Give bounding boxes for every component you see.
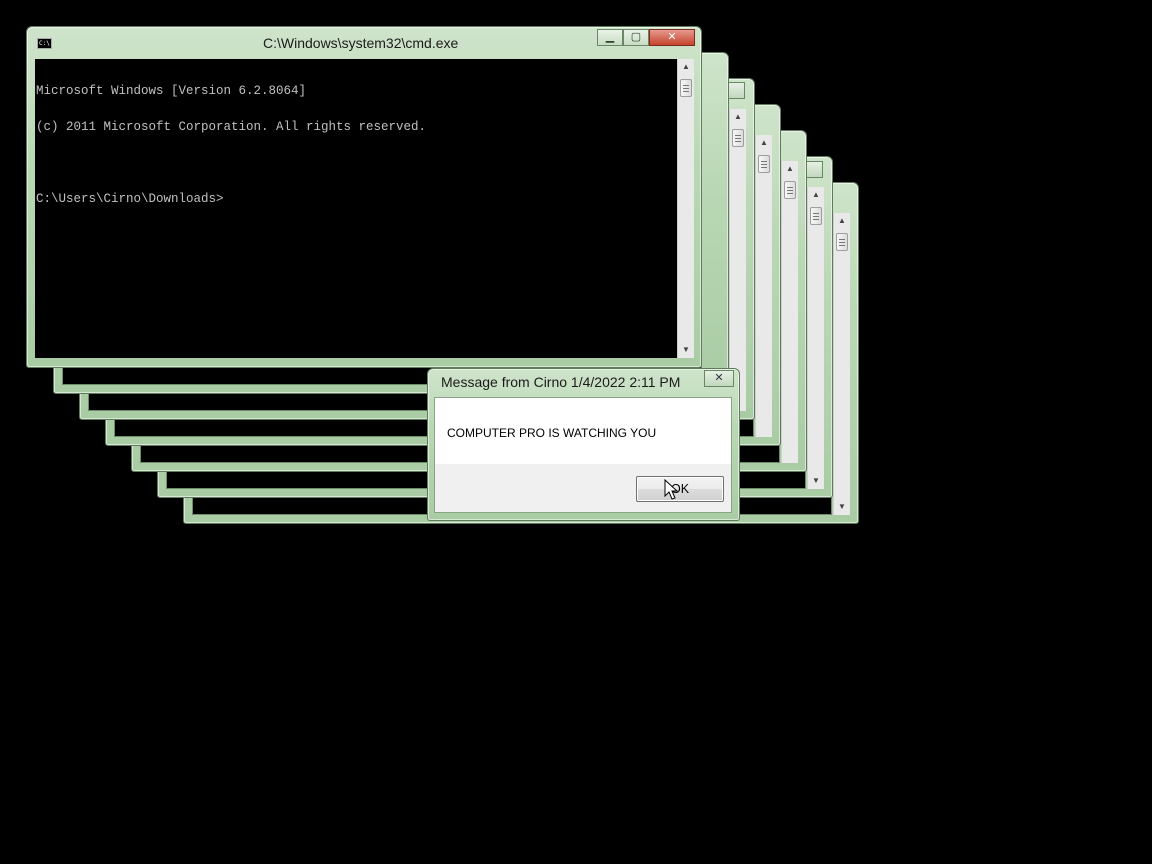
- scroll-up-arrow-icon[interactable]: ▲: [782, 161, 798, 177]
- background-window-4-scrollbar[interactable]: ▲: [781, 161, 798, 463]
- message-close-button[interactable]: ✕: [704, 370, 734, 387]
- background-window-5-scrollbar[interactable]: ▲ ▼: [807, 187, 824, 489]
- ok-button[interactable]: OK: [636, 476, 724, 502]
- scroll-down-arrow-icon[interactable]: ▼: [834, 499, 850, 515]
- cmd-window-title: C:\Windows\system32\cmd.exe: [263, 35, 459, 51]
- scroll-up-arrow-icon[interactable]: ▲: [756, 135, 772, 151]
- mouse-cursor-icon: [664, 479, 679, 500]
- scroll-up-arrow-icon[interactable]: ▲: [834, 213, 850, 229]
- scroll-thumb[interactable]: [784, 181, 796, 199]
- scroll-thumb[interactable]: [810, 207, 822, 225]
- console-prompt: C:\Users\Cirno\Downloads>: [36, 192, 224, 206]
- scroll-up-arrow-icon[interactable]: ▲: [808, 187, 824, 203]
- background-window-2-scrollbar[interactable]: ▲: [729, 109, 746, 411]
- close-icon: ✕: [667, 31, 677, 43]
- scroll-thumb[interactable]: [758, 155, 770, 173]
- scroll-down-arrow-icon[interactable]: ▼: [678, 342, 694, 358]
- console-output[interactable]: Microsoft Windows [Version 6.2.8064] (c)…: [35, 59, 693, 358]
- background-window-6-scrollbar[interactable]: ▲ ▼: [833, 213, 850, 515]
- maximize-icon: ▢: [630, 31, 642, 43]
- maximize-button[interactable]: ▢: [623, 29, 649, 46]
- minimize-button[interactable]: ▁: [597, 29, 623, 46]
- console-line: Microsoft Windows [Version 6.2.8064]: [36, 84, 307, 98]
- background-window-3-scrollbar[interactable]: ▲: [755, 135, 772, 437]
- cmd-scrollbar[interactable]: ▲ ▼: [677, 59, 694, 358]
- message-content-area: COMPUTER PRO IS WATCHING YOU: [435, 398, 731, 464]
- scroll-thumb[interactable]: [732, 129, 744, 147]
- message-text: COMPUTER PRO IS WATCHING YOU: [447, 426, 657, 440]
- message-body: COMPUTER PRO IS WATCHING YOU OK: [434, 397, 732, 513]
- close-icon: ✕: [714, 372, 724, 384]
- cmd-window[interactable]: C:\ C:\Windows\system32\cmd.exe ▁ ▢ ✕ Mi…: [26, 26, 702, 368]
- console-line: (c) 2011 Microsoft Corporation. All righ…: [36, 120, 427, 134]
- scroll-thumb[interactable]: [680, 79, 692, 97]
- scroll-up-arrow-icon[interactable]: ▲: [678, 59, 694, 75]
- message-dialog-title: Message from Cirno 1/4/2022 2:11 PM: [441, 374, 681, 390]
- scroll-up-arrow-icon[interactable]: ▲: [730, 109, 746, 125]
- scroll-down-arrow-icon[interactable]: ▼: [808, 473, 824, 489]
- minimize-icon: ▁: [605, 31, 615, 43]
- close-button[interactable]: ✕: [649, 29, 695, 46]
- scroll-thumb[interactable]: [836, 233, 848, 251]
- message-dialog[interactable]: Message from Cirno 1/4/2022 2:11 PM ✕ CO…: [427, 368, 740, 521]
- cmd-icon: C:\: [37, 38, 52, 49]
